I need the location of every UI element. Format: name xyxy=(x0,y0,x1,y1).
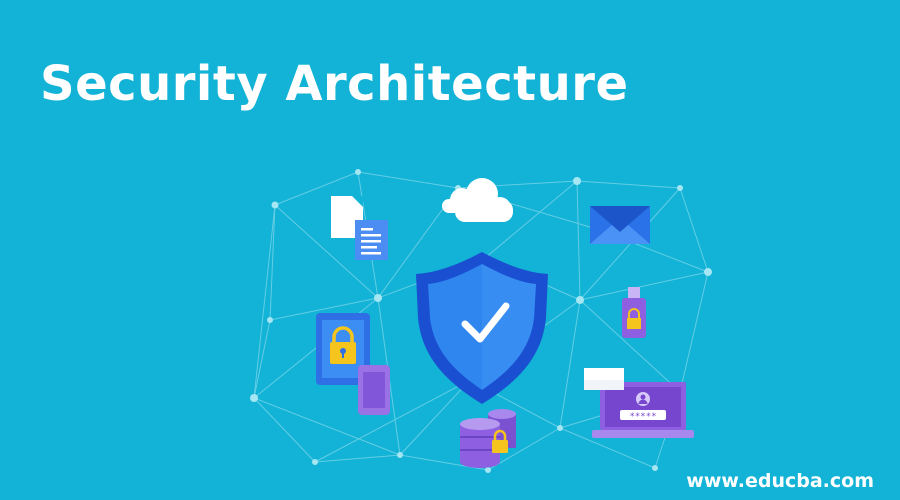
chat-bubble-icon xyxy=(584,368,624,390)
password-mask: ***** xyxy=(629,412,656,422)
laptop-login-icon: ***** xyxy=(592,382,694,438)
document-icon xyxy=(331,196,388,260)
security-network-illustration: ***** xyxy=(250,169,712,473)
cloud-icon xyxy=(442,178,513,222)
usb-lock-icon xyxy=(622,287,646,338)
shield-check-icon xyxy=(416,252,548,404)
database-lock-icon xyxy=(460,409,516,468)
envelope-icon xyxy=(590,206,650,244)
website-url: www.educba.com xyxy=(686,470,874,492)
phone-icon xyxy=(358,365,390,415)
